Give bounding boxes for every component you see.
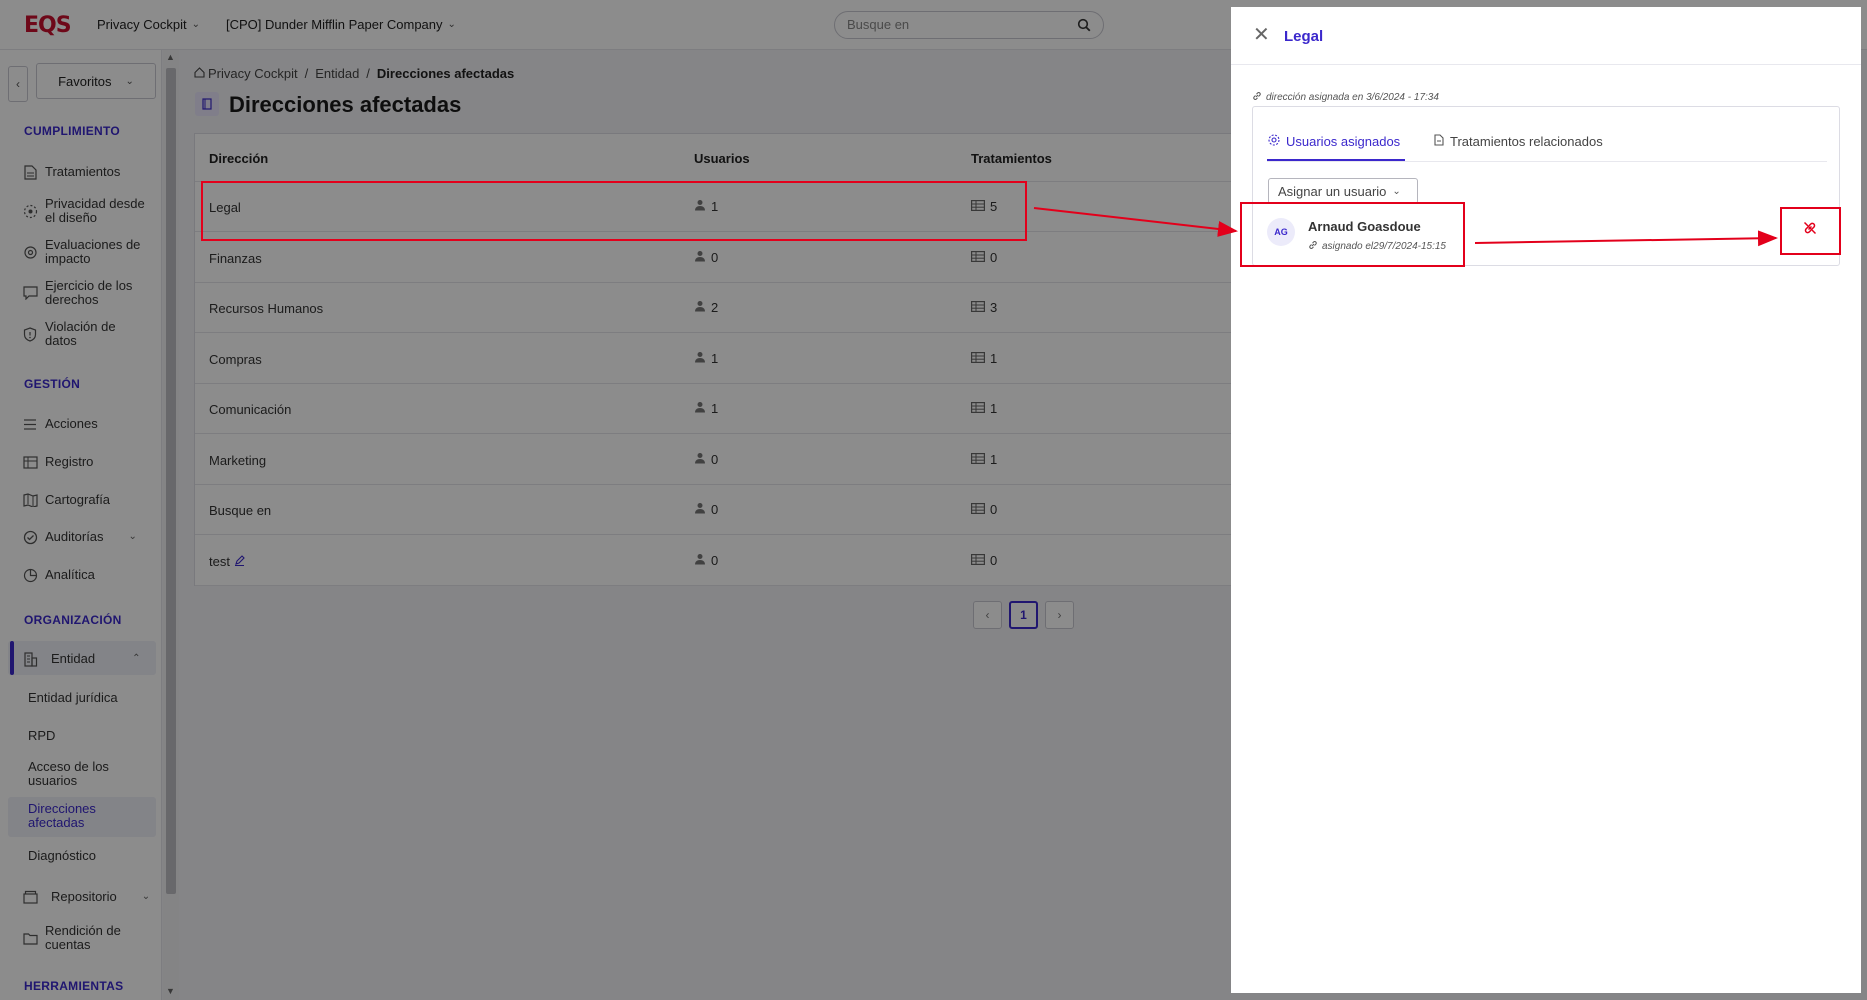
annotation-arrow-1 xyxy=(1033,207,1238,237)
annotation-arrow-2 xyxy=(1474,230,1778,247)
annotation-arrows xyxy=(1033,207,1778,247)
